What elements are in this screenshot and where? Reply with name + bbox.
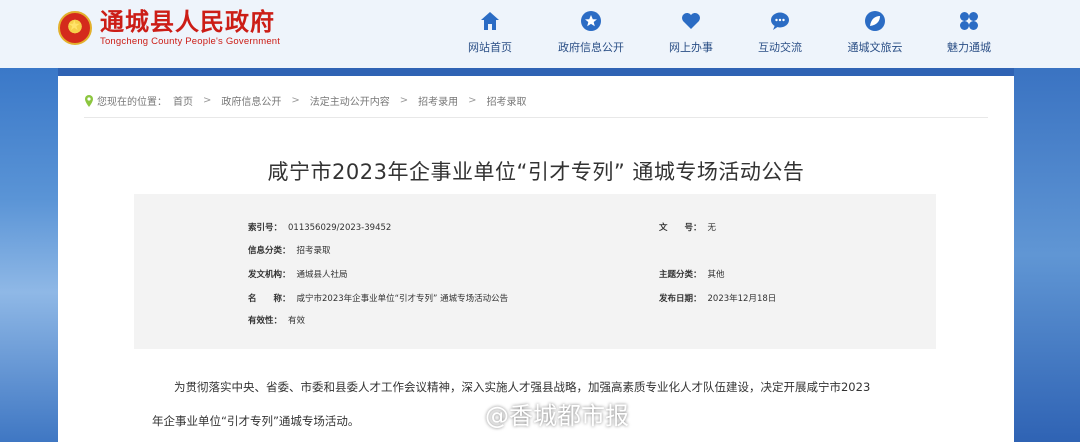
meta-topic: 主题分类： 其他 (659, 270, 725, 280)
weibo-watermark: @香城都市报 (453, 396, 629, 431)
nav-interaction[interactable]: 互动交流 (730, 10, 830, 55)
breadcrumb-gov-info[interactable]: 政府信息公开 (221, 93, 281, 108)
watermark-text: @香城都市报 (485, 402, 629, 430)
nav-home[interactable]: 网站首页 (440, 10, 540, 55)
nav-gov-info[interactable]: 政府信息公开 (541, 10, 641, 55)
nav-culture-tourism[interactable]: 通城文旅云 (825, 10, 925, 55)
leaf-icon (865, 11, 885, 31)
article-body-line: 年企事业单位“引才专列”通城专场活动。 (152, 414, 360, 428)
meta-docno: 文 号：无 (659, 223, 717, 233)
breadcrumb-admission[interactable]: 招考录取 (487, 93, 527, 108)
nav-home-label: 网站首页 (468, 41, 512, 54)
nav-gov-info-label: 政府信息公开 (558, 41, 624, 54)
breadcrumb: 您现在的位置： 首页 > 政府信息公开 > 法定主动公开内容 > 招考录用 > … (84, 84, 988, 118)
nav-culture-tourism-label: 通城文旅云 (847, 41, 903, 54)
breadcrumb-separator: > (291, 95, 300, 106)
article-meta-box: 索引号： 011356029/2023-39452 文 号：无 信息分类： 招考录取… (134, 194, 936, 349)
meta-category: 信息分类： 招考录取 (248, 246, 331, 256)
national-emblem-icon (58, 11, 92, 45)
site-header: 通城县人民政府 Tongcheng County People's Govern… (0, 0, 1080, 68)
site-name: 通城县人民政府 (100, 6, 275, 36)
meta-issuer: 发文机构： 通城县人社局 (248, 270, 348, 280)
star-icon (581, 11, 601, 31)
meta-index: 索引号： 011356029/2023-39452 (248, 223, 392, 233)
nav-charm-label: 魅力通城 (947, 41, 991, 54)
heart-icon (682, 13, 700, 29)
article-body-line: 为贯彻落实中央、省委、市委和县委人才工作会议精神，深入实施人才强县战略，加强高素… (174, 380, 871, 394)
breadcrumb-statutory[interactable]: 法定主动公开内容 (310, 93, 390, 108)
breadcrumb-separator: > (399, 95, 409, 106)
breadcrumb-prefix: 您现在的位置： (97, 97, 167, 108)
nav-online-service-label: 网上办事 (669, 41, 713, 54)
article-title: 咸宁市2023年企事业单位“引才专列” 通城专场活动公告 (267, 160, 805, 184)
background-decoration-right (1014, 68, 1080, 442)
nav-interaction-label: 互动交流 (758, 41, 802, 54)
nav-online-service[interactable]: 网上办事 (641, 10, 741, 55)
breadcrumb-home[interactable]: 首页 (173, 93, 193, 108)
breadcrumb-separator: > (468, 95, 477, 106)
content-panel: 您现在的位置： 首页 > 政府信息公开 > 法定主动公开内容 > 招考录用 > … (58, 76, 1014, 442)
meta-date: 发布日期： 2023年12月18日 (659, 294, 777, 304)
home-icon (481, 12, 499, 30)
meta-name: 名 称： 咸宁市2023年企事业单位“引才专列” 通城专场活动公告 (248, 294, 509, 304)
chat-icon (771, 12, 789, 30)
meta-validity: 有效性： 有效 (248, 316, 306, 326)
background-decoration-left (0, 68, 58, 442)
site-logo[interactable]: 通城县人民政府 Tongcheng County People's Govern… (58, 6, 280, 50)
nav-charm[interactable]: 魅力通城 (919, 10, 1019, 55)
weibo-icon (453, 403, 478, 424)
site-name-en: Tongcheng County People's Government (100, 35, 281, 47)
breadcrumb-recruitment[interactable]: 招考录用 (418, 93, 458, 108)
grid-icon (960, 12, 978, 30)
location-pin-icon (85, 94, 93, 107)
breadcrumb-separator: > (203, 95, 212, 106)
